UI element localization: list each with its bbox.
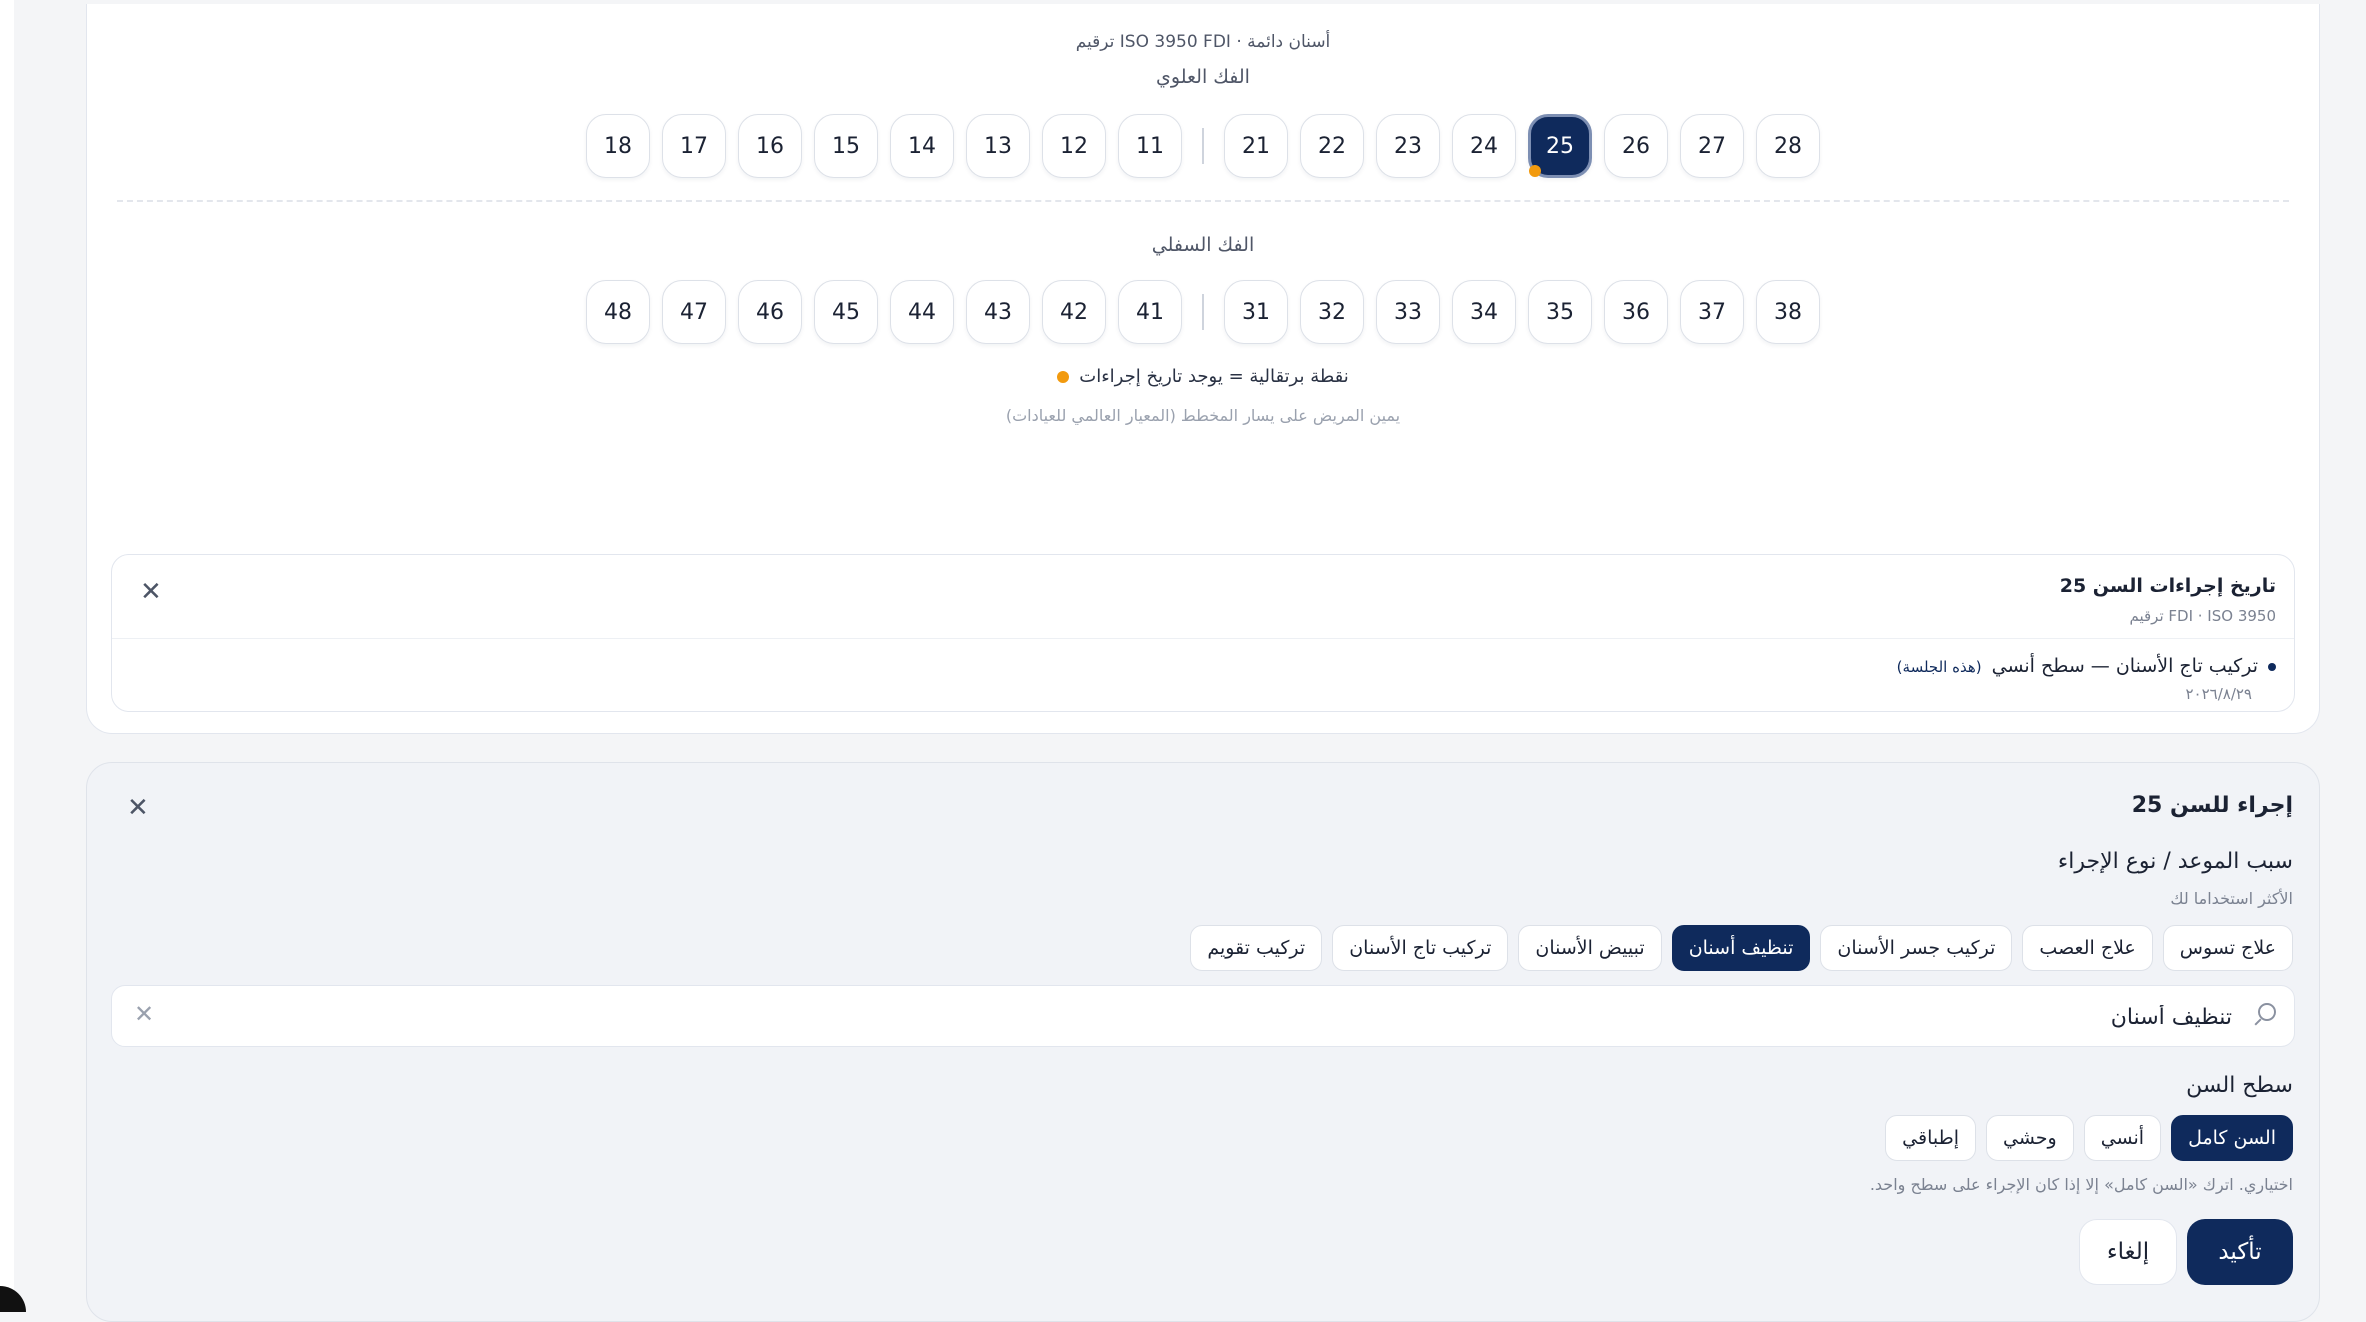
jaw-separator (117, 200, 2289, 202)
tooth-27[interactable]: 27 (1680, 114, 1744, 178)
tooth-24[interactable]: 24 (1452, 114, 1516, 178)
procedure-chips: علاج تسوس علاج العصب تركيب جسر الأسنان تنظي… (1190, 925, 2293, 971)
midline-divider (1202, 128, 1204, 164)
tooth-48[interactable]: 48 (586, 280, 650, 344)
tooth-41[interactable]: 41 (1118, 280, 1182, 344)
tooth-14[interactable]: 14 (890, 114, 954, 178)
tooth-28[interactable]: 28 (1756, 114, 1820, 178)
surface-chip[interactable]: وحشي (1986, 1115, 2074, 1161)
history-entry-text: تركيب تاج الأسنان — سطح أنسي (1991, 655, 2258, 677)
upper-jaw-label: الفك العلوي (1156, 66, 1250, 88)
tooth-44[interactable]: 44 (890, 280, 954, 344)
procedure-chip[interactable]: تبييض الأسنان (1518, 925, 1662, 971)
procedure-search-input[interactable] (330, 994, 2234, 1040)
reason-label: سبب الموعد / نوع الإجراء (2057, 849, 2293, 874)
tooth-37[interactable]: 37 (1680, 280, 1744, 344)
midline-divider (1202, 294, 1204, 330)
procedure-chip[interactable]: تنظيف أسنان (1671, 925, 1811, 971)
window-corner (0, 1286, 26, 1312)
tooth-42[interactable]: 42 (1042, 280, 1106, 344)
tooth-17[interactable]: 17 (662, 114, 726, 178)
tooth-15[interactable]: 15 (814, 114, 878, 178)
tooth-46[interactable]: 46 (738, 280, 802, 344)
upper-jaw-row: 18 17 16 15 14 13 12 11 21 22 23 24 25 26 27 28 (87, 114, 2319, 178)
clear-icon[interactable]: ✕ (134, 1000, 154, 1028)
tooth-33[interactable]: 33 (1376, 280, 1440, 344)
surface-hint: اختياري. اترك «السن كامل» إلا إذا كان ال… (1869, 1175, 2293, 1194)
surface-chip[interactable]: أنسي (2083, 1115, 2162, 1161)
orientation-note: يمين المريض على يسار المخطط (المعيار الع… (1005, 406, 1401, 425)
lower-jaw-label: الفك السفلي (1151, 234, 1255, 256)
history-entry-date: ٢٠٢٦/٨/٢٩ (2185, 685, 2252, 703)
tooth-31[interactable]: 31 (1224, 280, 1288, 344)
bullet-icon (2268, 662, 2276, 671)
lower-left-quadrant: 48 47 46 45 44 43 42 41 (580, 280, 1188, 344)
lower-right-quadrant: 31 32 33 34 35 36 37 38 (1218, 280, 1826, 344)
tooth-23[interactable]: 23 (1376, 114, 1440, 178)
close-icon[interactable]: ✕ (140, 577, 162, 607)
tooth-43[interactable]: 43 (966, 280, 1030, 344)
legend-text: نقطة برتقالية = يوجد تاريخ إجراءات (1079, 366, 1349, 387)
page-left-margin (0, 0, 14, 1312)
upper-right-quadrant: 21 22 23 24 25 26 27 28 (1218, 114, 1826, 178)
frequent-label: الأكثر استخداما لك (2170, 889, 2293, 908)
surface-chip[interactable]: السن كامل (2171, 1115, 2293, 1161)
history-dot-icon (1529, 165, 1541, 177)
procedure-title: إجراء للسن 25 (2131, 793, 2293, 818)
lower-jaw-row: 48 47 46 45 44 43 42 41 31 32 33 34 35 36 37 38 (87, 280, 2319, 344)
cancel-button[interactable]: إلغاء (2079, 1219, 2177, 1285)
tooth-47[interactable]: 47 (662, 280, 726, 344)
tooth-history-panel: تاريخ إجراءات السن 25 FDI · ISO 3950 ترق… (111, 554, 2295, 712)
chart-subtitle: أسنان دائمة · ISO 3950 FDI ترقيم (1075, 32, 1331, 52)
procedure-panel: إجراء للسن 25 ✕ سبب الموعد / نوع الإجراء… (86, 762, 2320, 1322)
surface-chip[interactable]: إطباقي (1885, 1115, 1976, 1161)
close-icon[interactable]: ✕ (127, 793, 149, 823)
history-entry: تركيب تاج الأسنان — سطح أنسي (هذه الجلسة) (1897, 655, 2276, 677)
tooth-32[interactable]: 32 (1300, 280, 1364, 344)
orange-dot-icon (1057, 371, 1070, 383)
tooth-13[interactable]: 13 (966, 114, 1030, 178)
dental-chart-card: أسنان دائمة · ISO 3950 FDI ترقيم الفك ال… (86, 4, 2320, 734)
procedure-chip[interactable]: علاج تسوس (2162, 925, 2293, 971)
procedure-search: ✕ (111, 985, 2295, 1047)
tooth-35[interactable]: 35 (1528, 280, 1592, 344)
tooth-21[interactable]: 21 (1224, 114, 1288, 178)
history-subtitle: FDI · ISO 3950 ترقيم (2129, 607, 2276, 625)
history-divider (112, 638, 2294, 639)
procedure-chip[interactable]: تركيب تقويم (1190, 925, 1323, 971)
confirm-button[interactable]: تأكيد (2187, 1219, 2293, 1285)
procedure-chip[interactable]: علاج العصب (2022, 925, 2153, 971)
session-tag: (هذه الجلسة) (1896, 658, 1982, 676)
tooth-45[interactable]: 45 (814, 280, 878, 344)
tooth-18[interactable]: 18 (586, 114, 650, 178)
surface-chips: السن كامل أنسي وحشي إطباقي (1885, 1115, 2293, 1161)
tooth-34[interactable]: 34 (1452, 280, 1516, 344)
procedure-chip[interactable]: تركيب تاج الأسنان (1332, 925, 1509, 971)
tooth-12[interactable]: 12 (1042, 114, 1106, 178)
tooth-38[interactable]: 38 (1756, 280, 1820, 344)
tooth-16[interactable]: 16 (738, 114, 802, 178)
upper-left-quadrant: 18 17 16 15 14 13 12 11 (580, 114, 1188, 178)
tooth-22[interactable]: 22 (1300, 114, 1364, 178)
chart-legend: نقطة برتقالية = يوجد تاريخ إجراءات (87, 366, 2319, 387)
tooth-11[interactable]: 11 (1118, 114, 1182, 178)
tooth-25[interactable]: 25 (1528, 114, 1592, 178)
tooth-26[interactable]: 26 (1604, 114, 1668, 178)
procedure-chip[interactable]: تركيب جسر الأسنان (1820, 925, 2013, 971)
history-title: تاريخ إجراءات السن 25 (2059, 575, 2276, 597)
search-icon (2258, 1003, 2276, 1021)
surface-label: سطح السن (2186, 1073, 2293, 1098)
tooth-36[interactable]: 36 (1604, 280, 1668, 344)
